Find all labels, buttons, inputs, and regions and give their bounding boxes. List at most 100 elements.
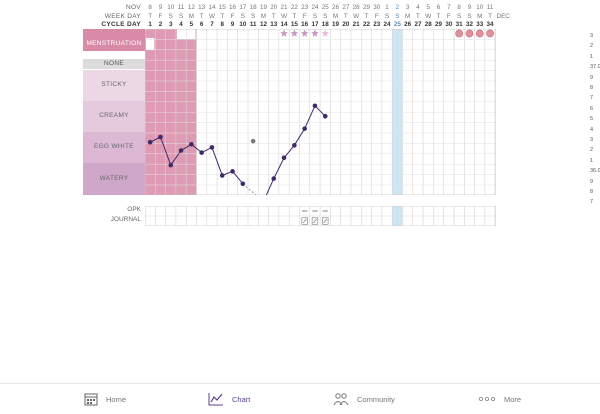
temperature-point (292, 143, 297, 148)
weekday-header: F (302, 13, 307, 20)
date-header: 24 (311, 4, 319, 11)
date-header: 10 (476, 4, 484, 11)
creamy-band: CREAMY (83, 101, 145, 132)
journal-pencil-icon (302, 218, 307, 224)
date-header: 4 (416, 4, 420, 11)
menstruation-band: MENSTRUATION (83, 29, 145, 51)
flow-cell (146, 38, 155, 50)
weekday-header: S (178, 13, 184, 20)
weekday-header: T (436, 13, 441, 20)
temperature-point (240, 181, 246, 187)
fertile-star-icon (280, 29, 288, 37)
temperature-tick: 2 (590, 147, 594, 154)
cycle-day-header: 5 (189, 21, 194, 28)
temperature-tick: 3 (590, 33, 594, 39)
weekday-header: T (488, 13, 492, 20)
weekday-header: F (230, 13, 235, 20)
cycleday-label: CYCLE DAY (101, 21, 141, 28)
fertile-star-icon (311, 29, 319, 37)
predicted-period-dot (465, 29, 474, 38)
cycle-day-header: 30 (445, 21, 453, 28)
fertile-star-icon (290, 29, 299, 37)
calendar-icon (84, 393, 98, 406)
date-header: 20 (270, 4, 278, 11)
end-month-label: DEC (496, 13, 510, 20)
chart-icon (208, 393, 223, 406)
weekday-header: T (364, 13, 369, 20)
temperature-point (199, 150, 204, 155)
temperature-tick: 9 (590, 74, 594, 81)
tab-community[interactable]: Community (333, 389, 395, 409)
predicted-period-dot (455, 29, 464, 38)
cycle-day-header: 8 (220, 21, 224, 28)
temperature-tick: 2 (590, 43, 594, 50)
temperature-outlier-point (250, 138, 256, 144)
none-band: NONE (83, 59, 145, 69)
tab-bar: Home Chart Community More (0, 383, 600, 414)
weekday-header: T (416, 13, 420, 20)
date-header: 8 (457, 4, 461, 11)
weekday-header: M (188, 13, 194, 20)
date-header: 29 (362, 4, 370, 11)
weekday-header: F (374, 13, 379, 20)
cycle-day-header: 1 (148, 21, 152, 28)
date-header: 9 (158, 4, 163, 11)
cycle-day-header: 14 (280, 21, 288, 28)
opk-journal-grid[interactable] (144, 205, 498, 227)
weekday-header: T (199, 13, 204, 20)
tab-more-label: More (504, 394, 522, 404)
tab-more[interactable]: More (478, 389, 521, 409)
egg-white-band: EGG WHITE (83, 132, 145, 163)
predicted-period-dot (475, 29, 484, 38)
cycle-day-header: 19 (332, 21, 340, 28)
weekday-header: M (332, 13, 339, 20)
date-header: 15 (218, 4, 226, 11)
temperature-point (281, 155, 287, 161)
cycle-day-header: 4 (179, 21, 183, 28)
date-header: 10 (167, 4, 175, 11)
weekday-header: F (446, 13, 451, 20)
date-header: 13 (198, 4, 206, 11)
month-label: NOV (126, 4, 141, 11)
sticky-band: STICKY (83, 70, 145, 101)
cycle-chart[interactable] (145, 29, 498, 195)
weekday-header: M (260, 13, 267, 20)
date-header: 18 (249, 4, 257, 11)
watery-band: WATERY (83, 163, 145, 195)
cycle-day-header: 2 (158, 21, 163, 28)
cycle-day-header: 28 (424, 21, 432, 28)
cycle-day-header: 22 (362, 21, 370, 28)
weekday-header: S (168, 13, 173, 20)
chart-svg (145, 29, 496, 195)
temperature-point (209, 145, 215, 150)
date-header: 16 (229, 4, 237, 11)
tab-chart[interactable]: Chart (208, 389, 250, 409)
weekday-header: T (271, 13, 276, 20)
temperature-tick: 4 (590, 126, 594, 133)
cycle-day-header: 24 (383, 21, 391, 28)
temperature-point (147, 139, 153, 145)
weekday-header: S (467, 13, 472, 20)
cycle-day-header: 20 (342, 21, 350, 28)
date-header: 12 (187, 4, 195, 11)
date-header: 30 (373, 4, 381, 11)
weekday-header: F (158, 13, 163, 20)
cycle-day-header: 31 (455, 21, 463, 28)
date-header: 27 (342, 4, 350, 11)
weekday-header: M (477, 13, 483, 20)
weekday-header: S (384, 13, 390, 20)
tab-home[interactable]: Home (84, 389, 126, 409)
cycle-day-header: 3 (168, 21, 173, 28)
cycle-day-header: 13 (270, 21, 278, 28)
date-header: 3 (405, 4, 410, 11)
temperature-point (158, 134, 163, 140)
weekday-header: T (148, 13, 153, 20)
weekday-header: W (281, 13, 288, 20)
temperature-tick: 8 (590, 189, 594, 195)
cycle-day-header: 10 (239, 21, 247, 28)
temperature-point (230, 169, 235, 174)
opk-label: OPK (127, 206, 141, 213)
date-header: 11 (177, 4, 185, 11)
cycle-day-header: 17 (311, 21, 319, 28)
tab-chart-label: Chart (232, 394, 251, 404)
